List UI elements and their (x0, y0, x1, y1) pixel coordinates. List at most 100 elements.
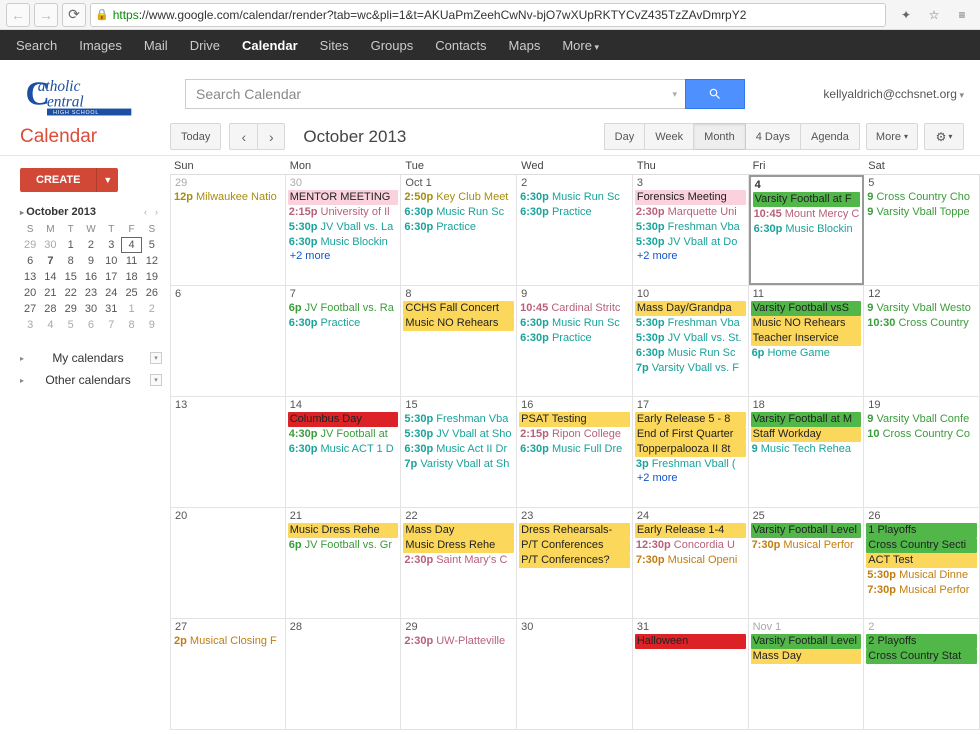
event[interactable]: 5:30p JV Vball vs. La (288, 220, 399, 235)
event[interactable]: 2 Playoffs (866, 634, 977, 649)
mini-day[interactable]: 7 (101, 317, 121, 333)
mini-day[interactable]: 7 (40, 253, 60, 269)
view-month[interactable]: Month (694, 123, 746, 150)
mini-day[interactable]: 25 (121, 285, 141, 301)
day-cell[interactable]: 31Halloween (633, 619, 749, 729)
day-cell[interactable]: 4Varsity Football at F10:45 Mount Mercy … (749, 175, 865, 285)
compass-icon[interactable]: ✦ (894, 4, 918, 26)
day-cell[interactable]: 910:45 Cardinal Stritc6:30p Music Run Sc… (517, 286, 633, 396)
hamburger-icon[interactable]: ≡ (950, 4, 974, 26)
mini-day[interactable]: 23 (81, 285, 101, 301)
event[interactable]: 2:30p UW-Platteville (403, 634, 514, 649)
gbar-more[interactable]: More (562, 38, 599, 53)
day-cell[interactable]: 25Varsity Football Level7:30p Musical Pe… (749, 508, 865, 618)
day-cell[interactable]: 292:30p UW-Platteville (401, 619, 517, 729)
day-cell[interactable]: 22 PlayoffsCross Country Stat (864, 619, 980, 729)
mini-day[interactable]: 18 (121, 269, 141, 285)
event[interactable]: Forensics Meeting (635, 190, 746, 205)
event[interactable]: 6:30p Practice (288, 316, 399, 331)
my-calendars-toggle[interactable]: My calendars ▾ (20, 347, 162, 369)
mini-day[interactable]: 26 (142, 285, 162, 301)
create-dropdown[interactable]: ▼ (96, 168, 118, 192)
event[interactable]: 6:30p Music Run Sc (635, 346, 746, 361)
event[interactable]: 10 Cross Country Co (866, 427, 977, 442)
event[interactable]: 5:30p JV Vball at Do (635, 235, 746, 250)
mini-day[interactable]: 5 (61, 317, 81, 333)
day-cell[interactable]: 59 Cross Country Cho9 Varsity Vball Topp… (864, 175, 980, 285)
day-cell[interactable]: 129 Varsity Vball Westo10:30 Cross Count… (864, 286, 980, 396)
day-cell[interactable]: 13 (170, 397, 286, 507)
gbar-maps[interactable]: Maps (509, 38, 541, 53)
view-agenda[interactable]: Agenda (801, 123, 860, 150)
forward-button[interactable]: → (34, 3, 58, 27)
mini-prev[interactable]: ‹ (140, 207, 151, 217)
prev-period-button[interactable]: ‹ (229, 123, 257, 150)
day-cell[interactable]: 20 (170, 508, 286, 618)
mini-day[interactable]: 20 (20, 285, 40, 301)
event[interactable]: Varsity Football at F (753, 192, 861, 207)
mini-day[interactable]: 22 (61, 285, 81, 301)
mini-day[interactable]: 5 (142, 237, 162, 253)
other-calendars-toggle[interactable]: Other calendars ▾ (20, 369, 162, 391)
mini-day[interactable]: 14 (40, 269, 60, 285)
event[interactable]: Early Release 5 - 8 (635, 412, 746, 427)
user-menu[interactable]: kellyaldrich@cchsnet.org (823, 87, 964, 101)
event[interactable]: Music NO Rehears (751, 316, 862, 331)
event[interactable]: Cross Country Secti (866, 538, 977, 553)
event[interactable]: 1 Playoffs (866, 523, 977, 538)
chevron-down-icon[interactable]: ▾ (150, 374, 162, 386)
day-cell[interactable]: 18Varsity Football at MStaff Workday9 Mu… (749, 397, 865, 507)
day-cell[interactable]: 155:30p Freshman Vba5:30p JV Vball at Sh… (401, 397, 517, 507)
more-menu[interactable]: More (866, 123, 918, 150)
day-cell[interactable]: 30 (517, 619, 633, 729)
view-4days[interactable]: 4 Days (746, 123, 801, 150)
event[interactable]: 7:30p Musical Perfor (866, 583, 977, 598)
event[interactable]: 6:30p Practice (519, 331, 630, 346)
mini-day[interactable]: 24 (101, 285, 121, 301)
event[interactable]: Topperpalooza II 8t (635, 442, 746, 457)
event[interactable]: Varsity Football at M (751, 412, 862, 427)
event[interactable]: 5:30p JV Vball vs. St. (635, 331, 746, 346)
gbar-sites[interactable]: Sites (320, 38, 349, 53)
gbar-images[interactable]: Images (79, 38, 122, 53)
event[interactable]: 9 Varsity Vball Confe (866, 412, 977, 427)
bookmark-icon[interactable]: ☆ (922, 4, 946, 26)
event[interactable]: 5:30p JV Vball at Sho (403, 427, 514, 442)
event[interactable]: 6p Home Game (751, 346, 862, 361)
day-cell[interactable]: 272p Musical Closing F (170, 619, 286, 729)
event[interactable]: Varsity Football Level (751, 634, 862, 649)
event[interactable]: 6p JV Football vs. Ra (288, 301, 399, 316)
event[interactable]: 6:30p Music Full Dre (519, 442, 630, 457)
day-cell[interactable]: Nov 1Varsity Football LevelMass Day (749, 619, 865, 729)
mini-day[interactable]: 27 (20, 301, 40, 317)
gbar-search[interactable]: Search (16, 38, 57, 53)
mini-day[interactable]: 1 (121, 301, 141, 317)
mini-day[interactable]: 19 (142, 269, 162, 285)
event[interactable]: MENTOR MEETING (288, 190, 399, 205)
day-cell[interactable]: 3Forensics Meeting2:30p Marquette Uni5:3… (633, 175, 749, 285)
event[interactable]: 5:30p Freshman Vba (403, 412, 514, 427)
mini-day[interactable]: 30 (81, 301, 101, 317)
mini-day[interactable]: 3 (20, 317, 40, 333)
day-cell[interactable]: Oct 12:50p Key Club Meet6:30p Music Run … (401, 175, 517, 285)
event[interactable]: 6:30p Music ACT 1 D (288, 442, 399, 457)
settings-button[interactable]: ⚙ (924, 123, 964, 150)
event[interactable]: 10:45 Mount Mercy C (753, 207, 861, 222)
mini-day[interactable]: 9 (142, 317, 162, 333)
mini-day[interactable]: 2 (142, 301, 162, 317)
day-cell[interactable]: 16PSAT Testing2:15p Ripon College6:30p M… (517, 397, 633, 507)
today-button[interactable]: Today (170, 123, 221, 150)
event[interactable]: 7p Varsity Vball vs. F (635, 361, 746, 376)
event[interactable]: 6:30p Music Run Sc (519, 316, 630, 331)
event[interactable]: 9 Varsity Vball Toppe (866, 205, 977, 220)
chevron-down-icon[interactable]: ▾ (150, 352, 162, 364)
mini-day[interactable]: 2 (81, 237, 101, 253)
event[interactable]: 6:30p Music Blockin (288, 235, 399, 250)
view-day[interactable]: Day (604, 123, 646, 150)
event[interactable]: 2p Musical Closing F (173, 634, 283, 649)
event[interactable]: Mass Day (403, 523, 514, 538)
event[interactable]: 6p JV Football vs. Gr (288, 538, 399, 553)
search-button[interactable] (685, 79, 745, 109)
event[interactable]: 10:30 Cross Country (866, 316, 977, 331)
event[interactable]: 9 Music Tech Rehea (751, 442, 862, 457)
